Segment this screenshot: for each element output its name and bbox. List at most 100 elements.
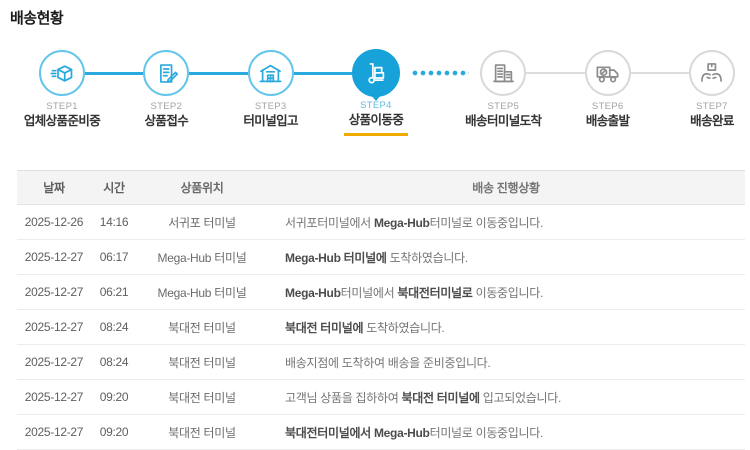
connector-line bbox=[189, 71, 248, 75]
progress-segment: 터미널로 이동중입니다. bbox=[429, 215, 544, 230]
active-underline bbox=[343, 132, 408, 136]
table-header-row: 날짜 시간 상품위치 배송 진행상황 bbox=[17, 171, 745, 205]
step-number: STEP6 bbox=[591, 101, 624, 112]
cell-date: 2025-12-27 bbox=[24, 285, 84, 299]
progress-segment: 북대전터미널에서 bbox=[285, 425, 374, 440]
connector-dotted-line bbox=[410, 70, 470, 76]
cell-location: 북대전 터미널 bbox=[168, 425, 236, 440]
progress-segment: Mega-Hub bbox=[285, 285, 341, 300]
progress-segment: 도착하였습니다. bbox=[363, 320, 445, 335]
step-name: 배송완료 bbox=[690, 113, 734, 128]
cell-time: 06:21 bbox=[99, 285, 129, 299]
step-number: STEP2 bbox=[150, 101, 183, 112]
progress-segment: 입고되었습니다. bbox=[479, 390, 562, 405]
step-name: 상품이동중 bbox=[348, 112, 404, 127]
progress-segment: 배송지점에 도착하여 배송을 준비중입니다. bbox=[285, 355, 491, 370]
header-location: 상품위치 bbox=[180, 181, 224, 195]
step-circle bbox=[480, 50, 527, 96]
cell-date: 2025-12-27 bbox=[24, 425, 84, 439]
cell-progress: Mega-Hub터미널에서 북대전터미널로 이동중입니다. bbox=[267, 284, 745, 301]
table-row: 2025-12-27 08:24 북대전 터미널 북대전 터미널에 도착하였습니다. bbox=[17, 310, 745, 345]
cell-date: 2025-12-27 bbox=[24, 250, 84, 264]
package-speed-icon bbox=[49, 64, 72, 82]
table-row: 2025-12-27 06:17 Mega-Hub 터미널 Mega-Hub 터미널에… bbox=[17, 240, 745, 275]
cell-time: 09:20 bbox=[99, 425, 129, 439]
cell-time: 06:17 bbox=[99, 250, 129, 264]
warehouse-icon bbox=[259, 64, 282, 82]
connector-line bbox=[85, 71, 144, 75]
table-row: 2025-12-27 06:21 Mega-Hub 터미널 Mega-Hub터미널에서… bbox=[17, 275, 745, 310]
step-name: 배송터미널도착 bbox=[465, 113, 542, 128]
step-circle bbox=[143, 50, 190, 96]
handtruck-icon bbox=[368, 62, 385, 83]
cell-date: 2025-12-26 bbox=[24, 215, 84, 229]
delivery-progress-stepper: STEP1 업체상품준비중 STEP2 상품접수 STEP3 터미널입고 STE… bbox=[24, 49, 735, 136]
progress-segment: 고객님 상품을 집하하여 bbox=[285, 390, 402, 405]
cell-progress: 고객님 상품을 집하하여 북대전 터미널에 입고되었습니다. bbox=[267, 389, 745, 406]
cell-location: Mega-Hub 터미널 bbox=[157, 250, 247, 265]
step-circle bbox=[351, 49, 400, 97]
progress-segment: 도착하였습니다. bbox=[386, 250, 469, 265]
cell-progress: 북대전터미널에서 Mega-Hub터미널로 이동중입니다. bbox=[267, 424, 745, 441]
progress-segment: Mega-Hub bbox=[373, 215, 430, 230]
step-number: STEP4 bbox=[360, 100, 392, 111]
progress-segment: 터미널에서 bbox=[340, 285, 398, 300]
progress-segment: 북대전 터미널에 bbox=[401, 390, 481, 405]
table-row: 2025-12-27 08:24 북대전 터미널 배송지점에 도착하여 배송을 준비중… bbox=[17, 345, 745, 380]
step-name: 배송출발 bbox=[585, 113, 630, 128]
connector-line bbox=[630, 72, 689, 74]
step-item-6: STEP6 배송출발 bbox=[584, 50, 631, 128]
cell-time: 08:24 bbox=[99, 355, 129, 369]
step-item-2: STEP2 상품접수 bbox=[143, 50, 190, 128]
step-circle bbox=[688, 50, 735, 96]
step-item-5: STEP5 배송터미널도착 bbox=[465, 50, 542, 128]
progress-segment: Mega-Hub 터미널에 bbox=[285, 250, 387, 265]
page-title: 배송현황 bbox=[10, 10, 64, 27]
delivery-truck-icon bbox=[596, 65, 619, 83]
header-progress: 배송 진행상황 bbox=[472, 181, 540, 195]
step-circle bbox=[39, 50, 85, 96]
cell-location: 서귀포 터미널 bbox=[168, 215, 236, 230]
document-pencil-icon bbox=[159, 63, 178, 83]
step-circle bbox=[584, 50, 631, 96]
step-name: 상품접수 bbox=[144, 113, 189, 128]
step-item-4: STEP4 상품이동중 bbox=[343, 49, 408, 136]
cell-progress: 북대전 터미널에 도착하였습니다. bbox=[267, 319, 745, 336]
step-item-7: STEP7 배송완료 bbox=[688, 50, 735, 128]
progress-segment: 이동중입니다. bbox=[472, 285, 544, 300]
step-name: 업체상품준비중 bbox=[23, 113, 101, 128]
cell-time: 14:16 bbox=[99, 215, 129, 229]
cell-location: Mega-Hub 터미널 bbox=[157, 285, 247, 300]
step-circle bbox=[247, 50, 294, 96]
cell-date: 2025-12-27 bbox=[24, 320, 84, 334]
step-item-1: STEP1 업체상품준비중 bbox=[24, 50, 101, 128]
step-item-3: STEP3 터미널입고 bbox=[243, 50, 299, 128]
table-row: 2025-12-26 14:16 서귀포 터미널 서귀포터미널에서 Mega-Hub터… bbox=[17, 205, 745, 240]
cell-location: 북대전 터미널 bbox=[168, 390, 236, 405]
cell-location: 북대전 터미널 bbox=[168, 320, 236, 335]
table-row: 2025-12-27 09:20 북대전 터미널 북대전터미널에서 Mega-Hub터… bbox=[17, 415, 745, 450]
cell-location: 북대전 터미널 bbox=[168, 355, 236, 370]
step-name: 터미널입고 bbox=[243, 113, 298, 128]
hands-box-icon bbox=[701, 62, 723, 82]
cell-progress: 서귀포터미널에서 Mega-Hub터미널로 이동중입니다. bbox=[267, 214, 745, 231]
header-date: 날짜 bbox=[43, 181, 65, 195]
step-number: STEP3 bbox=[254, 101, 287, 112]
step-number: STEP7 bbox=[696, 101, 728, 112]
progress-segment: 터미널로 이동중입니다. bbox=[429, 425, 544, 440]
connector-line bbox=[293, 71, 352, 75]
cell-date: 2025-12-27 bbox=[24, 390, 84, 404]
cell-time: 09:20 bbox=[99, 390, 129, 404]
table-body: 2025-12-26 14:16 서귀포 터미널 서귀포터미널에서 Mega-Hub터… bbox=[17, 205, 745, 450]
connector-line bbox=[526, 72, 585, 74]
table-row: 2025-12-27 09:20 북대전 터미널 고객님 상품을 집하하여 북대전 터… bbox=[17, 380, 745, 415]
step-number: STEP5 bbox=[487, 101, 520, 112]
progress-segment: 서귀포터미널에서 bbox=[285, 215, 374, 230]
tracking-table: 날짜 시간 상품위치 배송 진행상황 2025-12-26 14:16 서귀포 터미… bbox=[17, 170, 745, 450]
buildings-icon bbox=[492, 63, 514, 82]
cell-progress: Mega-Hub 터미널에 도착하였습니다. bbox=[267, 249, 745, 266]
cell-time: 08:24 bbox=[99, 320, 129, 334]
progress-segment: 북대전 터미널에 bbox=[285, 320, 364, 335]
header-time: 시간 bbox=[103, 181, 125, 195]
cell-progress: 배송지점에 도착하여 배송을 준비중입니다. bbox=[267, 354, 745, 371]
